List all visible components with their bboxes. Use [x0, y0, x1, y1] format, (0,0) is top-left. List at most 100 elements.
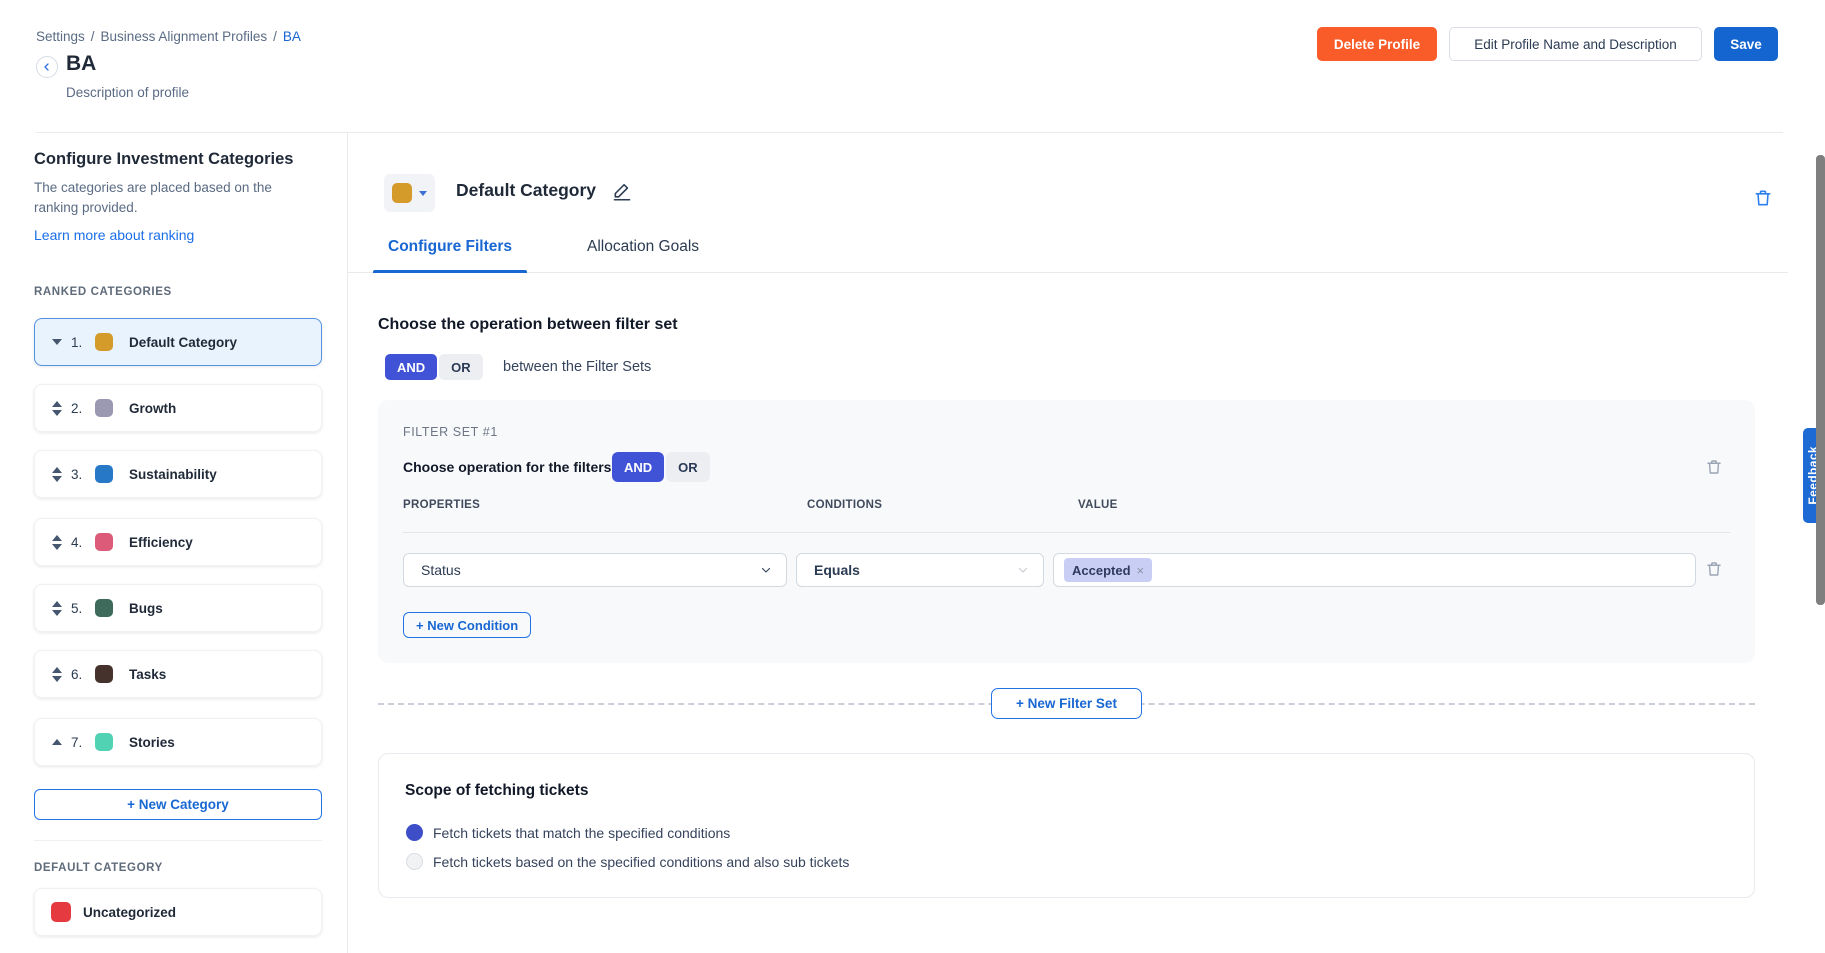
- new-category-button[interactable]: + New Category: [34, 789, 322, 820]
- move-up-icon[interactable]: [52, 467, 62, 473]
- filter-set-label: FILTER SET #1: [403, 425, 498, 439]
- move-up-icon[interactable]: [52, 601, 62, 607]
- move-up-icon[interactable]: [52, 535, 62, 541]
- new-condition-button[interactable]: + New Condition: [403, 612, 531, 638]
- default-category-label: DEFAULT CATEGORY: [34, 862, 163, 874]
- category-color-swatch: [95, 599, 113, 617]
- category-card-tasks[interactable]: 6. Tasks: [34, 650, 322, 698]
- delete-profile-button[interactable]: Delete Profile: [1317, 27, 1437, 61]
- delete-filter-set-icon[interactable]: [1705, 458, 1723, 476]
- column-properties: PROPERTIES: [403, 499, 480, 511]
- chevron-down-icon: [760, 564, 772, 576]
- page-subtitle: Description of profile: [66, 85, 189, 100]
- property-select-value: Status: [421, 562, 461, 578]
- sidebar-title: Configure Investment Categories: [34, 150, 293, 169]
- category-card-growth[interactable]: 2. Growth: [34, 384, 322, 432]
- move-up-icon[interactable]: [52, 667, 62, 673]
- category-rank: 6.: [71, 667, 89, 682]
- category-name: Default Category: [129, 335, 237, 350]
- move-down-icon[interactable]: [52, 476, 62, 482]
- chip-label: Accepted: [1072, 563, 1131, 578]
- category-rank: 7.: [71, 735, 89, 750]
- edit-pencil-icon[interactable]: [612, 181, 632, 201]
- uncategorized-card[interactable]: Uncategorized: [34, 888, 322, 936]
- condition-select[interactable]: Equals: [796, 553, 1044, 587]
- category-name: Uncategorized: [83, 905, 176, 920]
- move-up-icon[interactable]: [52, 739, 62, 745]
- sort-arrows: [51, 339, 63, 345]
- category-card-default-category[interactable]: 1. Default Category: [34, 318, 322, 366]
- filter-set-card: FILTER SET #1 Choose operation for the f…: [378, 400, 1755, 663]
- category-rank: 2.: [71, 401, 89, 416]
- move-down-icon[interactable]: [52, 544, 62, 550]
- move-down-icon[interactable]: [52, 410, 62, 416]
- category-title-row: Default Category: [456, 180, 632, 201]
- delete-condition-icon[interactable]: [1705, 560, 1723, 578]
- column-conditions: CONDITIONS: [807, 499, 882, 511]
- tab-configure-filters[interactable]: Configure Filters: [373, 232, 527, 273]
- category-color-swatch: [95, 533, 113, 551]
- filter-operation-label: Choose operation for the filters: [403, 459, 611, 475]
- tab-allocation-goals[interactable]: Allocation Goals: [572, 232, 714, 273]
- condition-select-value: Equals: [814, 562, 860, 578]
- ranked-categories-label: RANKED CATEGORIES: [34, 286, 172, 298]
- radio-selected-icon[interactable]: [406, 824, 423, 841]
- sidebar-divider: [34, 840, 322, 841]
- move-down-icon[interactable]: [52, 676, 62, 682]
- columns-divider: [403, 532, 1730, 533]
- value-input[interactable]: Accepted ×: [1053, 553, 1696, 587]
- header-divider: [36, 132, 1783, 133]
- scrollbar-thumb[interactable]: [1816, 155, 1825, 605]
- radio-unselected-icon[interactable]: [406, 853, 423, 870]
- radio-label: Fetch tickets based on the specified con…: [433, 854, 849, 870]
- category-rank: 4.: [71, 535, 89, 550]
- category-card-bugs[interactable]: 5. Bugs: [34, 584, 322, 632]
- category-title: Default Category: [456, 180, 596, 201]
- category-color-swatch: [95, 333, 113, 351]
- breadcrumb-separator: /: [91, 29, 95, 44]
- sort-arrows: [51, 401, 63, 416]
- and-toggle[interactable]: AND: [385, 354, 437, 380]
- learn-more-link[interactable]: Learn more about ranking: [34, 227, 194, 243]
- category-rank: 1.: [71, 335, 89, 350]
- edit-profile-button[interactable]: Edit Profile Name and Description: [1449, 27, 1702, 61]
- move-up-icon[interactable]: [52, 401, 62, 407]
- operation-caption: between the Filter Sets: [503, 359, 651, 375]
- breadcrumb-settings[interactable]: Settings: [36, 29, 85, 44]
- or-toggle[interactable]: OR: [666, 452, 710, 482]
- back-button[interactable]: [36, 56, 58, 78]
- sidebar-subtitle: The categories are placed based on the r…: [34, 178, 286, 218]
- value-chip: Accepted ×: [1064, 558, 1152, 582]
- operation-heading: Choose the operation between filter set: [378, 316, 678, 334]
- property-select[interactable]: Status: [403, 553, 787, 587]
- scope-option-match[interactable]: Fetch tickets that match the specified c…: [406, 824, 730, 841]
- category-card-sustainability[interactable]: 3. Sustainability: [34, 450, 322, 498]
- category-color-swatch: [95, 733, 113, 751]
- category-color-picker[interactable]: [384, 174, 435, 212]
- delete-category-icon[interactable]: [1753, 188, 1773, 208]
- scope-option-sub-tickets[interactable]: Fetch tickets based on the specified con…: [406, 853, 849, 870]
- category-name: Efficiency: [129, 535, 193, 550]
- scope-heading: Scope of fetching tickets: [405, 782, 588, 800]
- tab-label: Configure Filters: [388, 238, 512, 256]
- filter-sets-operator-toggle: AND OR: [385, 354, 483, 380]
- save-button[interactable]: Save: [1714, 27, 1778, 61]
- selected-color-swatch: [392, 183, 412, 203]
- chevron-down-icon: [1017, 564, 1029, 576]
- or-toggle[interactable]: OR: [439, 354, 483, 380]
- breadcrumb: Settings / Business Alignment Profiles /…: [36, 29, 301, 44]
- sort-arrows: [51, 667, 63, 682]
- category-name: Bugs: [129, 601, 163, 616]
- tab-label: Allocation Goals: [587, 238, 699, 256]
- chevron-down-icon: [419, 191, 427, 196]
- category-card-stories[interactable]: 7. Stories: [34, 718, 322, 766]
- breadcrumb-current[interactable]: BA: [283, 29, 301, 44]
- move-down-icon[interactable]: [52, 610, 62, 616]
- and-toggle[interactable]: AND: [612, 452, 664, 482]
- breadcrumb-section[interactable]: Business Alignment Profiles: [101, 29, 268, 44]
- sort-arrows: [51, 467, 63, 482]
- category-card-efficiency[interactable]: 4. Efficiency: [34, 518, 322, 566]
- move-down-icon[interactable]: [52, 339, 62, 345]
- new-filter-set-button[interactable]: + New Filter Set: [991, 688, 1142, 719]
- chip-remove-icon[interactable]: ×: [1137, 563, 1145, 578]
